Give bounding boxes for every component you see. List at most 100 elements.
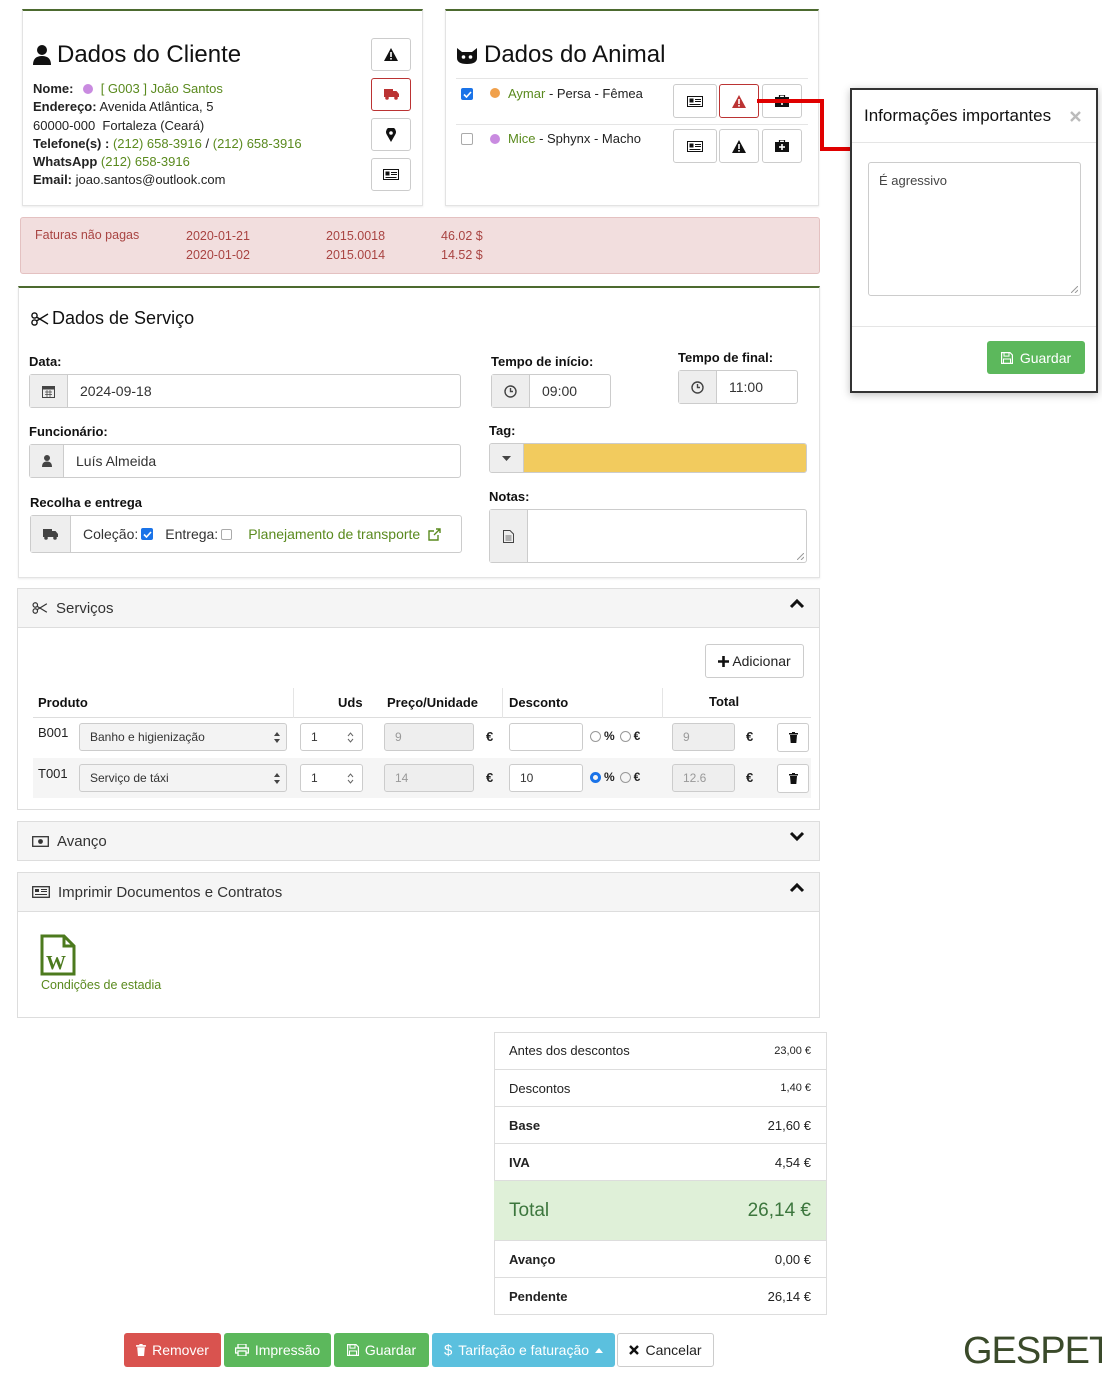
phone1-link[interactable]: (212) 658-3916 — [113, 136, 202, 151]
invoice-number[interactable]: 2015.0018 — [326, 229, 385, 243]
summary-base: Base 21,60 € — [494, 1106, 826, 1143]
animal-warning-button[interactable] — [719, 84, 759, 118]
stepper-icon[interactable] — [347, 773, 354, 784]
animal-medical-button[interactable] — [762, 129, 802, 163]
advance-title: Avanço — [57, 832, 107, 850]
animal-name-link[interactable]: Mice — [508, 131, 535, 146]
add-service-button[interactable]: Adicionar — [705, 644, 804, 678]
euro-label: € — [633, 770, 641, 784]
chevron-down-icon[interactable] — [789, 831, 805, 842]
truck-icon — [43, 528, 58, 540]
cancel-button[interactable]: Cancelar — [617, 1333, 714, 1367]
id-card-icon — [687, 95, 703, 107]
client-title: Dados do Cliente — [33, 41, 241, 69]
transport-planning-link[interactable]: Planejamento de transporte — [248, 526, 420, 542]
services-header[interactable]: Serviços — [17, 588, 820, 628]
popup-textarea[interactable]: É agressivo — [868, 162, 1081, 296]
product-select[interactable]: Serviço de táxi — [79, 764, 287, 792]
animal-panel: Dados do Animal Aymar - Persa - Fêmea Mi… — [445, 9, 819, 206]
save-button[interactable]: Guardar — [334, 1333, 429, 1367]
client-info: Nome: [ G003 ] João Santos Endereço: Ave… — [33, 80, 302, 190]
animal-row: Aymar - Persa - Fêmea — [508, 86, 643, 101]
client-transport-button[interactable] — [371, 78, 411, 111]
summary-before-value: 23,00 € — [774, 1044, 811, 1057]
currency-symbol: € — [746, 729, 754, 744]
user-icon — [41, 455, 52, 467]
delete-row-button[interactable] — [777, 764, 809, 793]
phone2-link[interactable]: (212) 658-3916 — [213, 136, 302, 151]
tag-select[interactable] — [489, 443, 807, 473]
delivery-label: Entrega: — [165, 526, 219, 542]
animal-dot — [490, 134, 500, 144]
price-value: 14 — [395, 771, 409, 785]
stepper-icon[interactable] — [347, 732, 354, 743]
summary-advance: Avanço 0,00 € — [494, 1240, 826, 1277]
whatsapp-link[interactable]: (212) 658-3916 — [101, 154, 190, 169]
start-time-value: 09:00 — [542, 383, 578, 399]
id-card-icon — [383, 169, 399, 180]
billing-dropdown-button[interactable]: $ Tarifação e faturação — [432, 1333, 615, 1367]
total-input: 9 — [672, 723, 735, 751]
product-name: Banho e higienização — [90, 730, 205, 744]
print-header[interactable]: Imprimir Documentos e Contratos — [17, 872, 820, 912]
animal-row-checkbox[interactable] — [461, 88, 473, 100]
invoice-number[interactable]: 2015.0014 — [326, 248, 385, 262]
animal-card-button[interactable] — [673, 84, 717, 118]
truck-icon — [383, 89, 399, 100]
tag-color-swatch — [524, 444, 806, 472]
price-input: 14 — [384, 764, 474, 792]
floppy-icon — [1000, 351, 1013, 364]
delete-row-button[interactable] — [777, 723, 809, 752]
notes-textarea[interactable] — [489, 509, 807, 563]
document-label[interactable]: Condições de estadia — [41, 978, 161, 992]
percent-radio[interactable] — [590, 771, 601, 783]
chevron-up-icon[interactable] — [789, 882, 805, 893]
invoice-amount: 14.52 $ — [441, 248, 483, 262]
animal-card-button[interactable] — [673, 129, 717, 163]
collection-label: Coleção: — [83, 526, 139, 542]
summary-base-value: 21,60 € — [767, 1117, 811, 1133]
service-title: Dados de Serviço — [31, 308, 194, 329]
services-title: Serviços — [56, 599, 114, 617]
units-input[interactable]: 1 — [300, 723, 363, 751]
remove-button[interactable]: Remover — [124, 1333, 221, 1367]
print-button[interactable]: Impressão — [224, 1333, 331, 1367]
client-warning-button[interactable] — [371, 38, 411, 71]
discount-input[interactable] — [509, 723, 583, 751]
date-label: Data: — [29, 354, 62, 369]
phone-sep: / — [205, 135, 210, 151]
start-time-input[interactable]: 09:00 — [491, 374, 611, 408]
chevron-up-icon[interactable] — [789, 598, 805, 609]
end-time-input[interactable]: 11:00 — [678, 370, 798, 404]
euro-radio[interactable] — [619, 771, 631, 783]
date-input[interactable]: 2024-09-18 — [29, 374, 461, 408]
product-select[interactable]: Banho e higienização — [79, 723, 287, 751]
animal-row-checkbox[interactable] — [461, 133, 473, 145]
document-link[interactable]: W Condições de estadia — [40, 934, 170, 994]
employee-value: Luís Almeida — [76, 453, 157, 469]
clock-icon — [504, 384, 517, 398]
pickup-label: Recolha e entrega — [30, 495, 142, 510]
price-value: 9 — [395, 730, 402, 744]
client-name-link[interactable]: [ G003 ] João Santos — [101, 81, 223, 96]
collection-checkbox[interactable] — [141, 528, 154, 540]
client-map-button[interactable] — [371, 118, 411, 151]
euro-radio[interactable] — [619, 730, 631, 742]
advance-header[interactable]: Avanço — [17, 821, 820, 861]
units-input[interactable]: 1 — [300, 764, 363, 792]
word-file-icon: W — [40, 934, 76, 976]
client-card-button[interactable] — [371, 158, 411, 191]
delivery-checkbox[interactable] — [221, 528, 233, 540]
invoice-amount: 46.02 $ — [441, 229, 483, 243]
product-code: T001 — [38, 766, 68, 781]
percent-label: % — [604, 770, 615, 784]
popup-save-button[interactable]: Guardar — [987, 341, 1085, 374]
printer-icon — [234, 1344, 249, 1356]
percent-radio[interactable] — [590, 730, 601, 742]
col-units: Uds — [338, 695, 363, 710]
discount-input[interactable]: 10 — [509, 764, 583, 792]
close-icon[interactable] — [1070, 111, 1081, 122]
employee-select[interactable]: Luís Almeida — [29, 444, 461, 478]
animal-name-link[interactable]: Aymar — [508, 86, 545, 101]
animal-warning-button[interactable] — [719, 129, 759, 163]
